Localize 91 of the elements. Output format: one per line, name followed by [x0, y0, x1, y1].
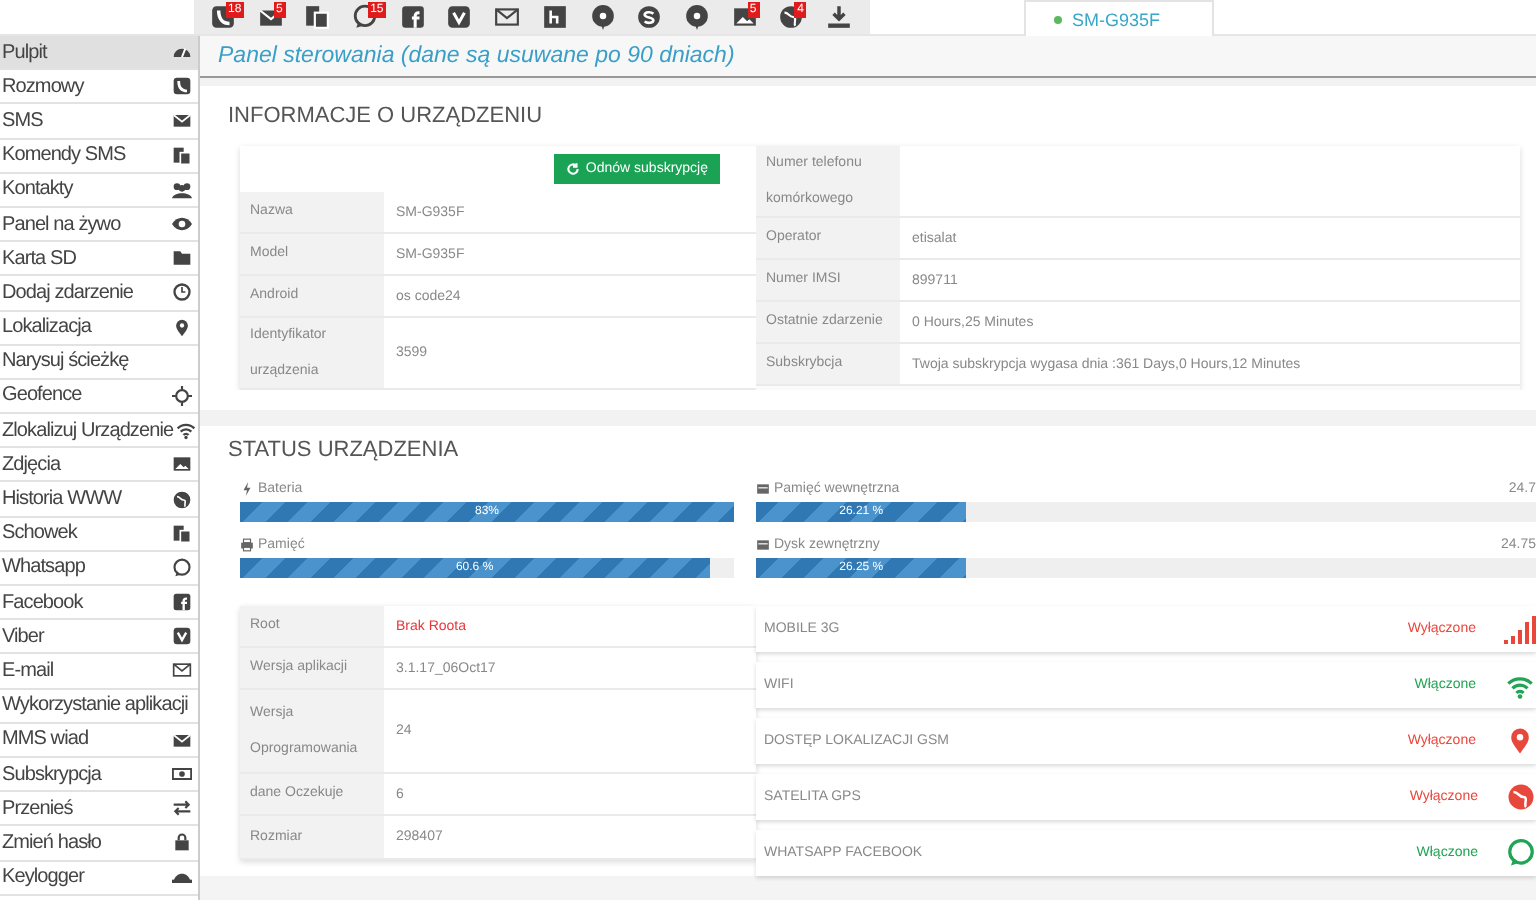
sidebar-item-label: Historia WWW — [2, 488, 122, 511]
sidebar-item-label: Zdjęcia — [2, 453, 61, 476]
sidebar-item[interactable]: Przenieś — [0, 792, 198, 827]
drive-icon — [756, 481, 770, 495]
sidebar-item-label: Rozmowy — [2, 75, 84, 98]
sidebar-item-label: E-mail — [2, 659, 54, 682]
folder-icon — [172, 248, 192, 269]
sidebar-item[interactable]: SMS — [0, 104, 198, 140]
chat-bubble-icon — [1506, 838, 1536, 868]
sidebar-item[interactable]: MMS wiad — [0, 723, 198, 758]
s-logo-icon — [636, 4, 663, 30]
sidebar-item[interactable]: Historia WWW — [0, 482, 198, 518]
v-logo-icon — [172, 626, 192, 647]
sidebar-item[interactable]: Facebook — [0, 586, 198, 621]
image-icon — [172, 454, 192, 475]
download-icon — [825, 4, 852, 30]
sidebar-item[interactable]: Keylogger — [0, 861, 198, 896]
envelope-icon — [172, 110, 192, 131]
sidebar-item-label: Przenieś — [2, 797, 73, 820]
sidebar-item[interactable]: Geofence — [0, 379, 198, 415]
crosshair-icon — [172, 385, 192, 406]
sidebar-item-label: Whatsapp — [2, 556, 85, 579]
section-title: INFORMACJE O URZĄDZENIU — [228, 104, 543, 128]
f-logo-icon — [399, 4, 426, 30]
sidebar-item-label: Pulpit — [2, 41, 47, 64]
banknote-icon — [172, 764, 192, 785]
v-logo-icon — [446, 4, 473, 30]
sidebar-item-label: Geofence — [2, 384, 82, 407]
sidebar-item[interactable]: Zlokalizuj Urządzenie — [0, 414, 198, 449]
sidebar-item-label: Karta SD — [2, 247, 76, 270]
f-logo-icon — [172, 592, 192, 613]
sidebar-item-label: Zlokalizuj Urządzenie — [2, 419, 174, 442]
sidebar-item[interactable]: Dodaj zdarzenie — [0, 276, 198, 311]
sidebar-item-label: Kontakty — [2, 178, 73, 201]
h-logo-icon — [541, 4, 568, 30]
sidebar-item[interactable]: Viber — [0, 620, 198, 655]
envelope-icon — [172, 660, 192, 681]
sidebar-item[interactable]: Panel na żywo — [0, 207, 198, 243]
sidebar-item[interactable]: E-mail — [0, 654, 198, 690]
clipboard-icon — [304, 4, 331, 30]
sidebar-item-label: Dodaj zdarzenie — [2, 281, 134, 304]
sidebar-item[interactable]: Whatsapp — [0, 551, 198, 586]
sidebar-item-label: Viber — [2, 625, 44, 648]
sidebar-item[interactable]: Zmień hasło — [0, 826, 198, 861]
sidebar-item-label: MMS wiad — [2, 728, 89, 751]
phone-icon — [172, 76, 192, 97]
sidebar-item[interactable]: Zdjęcia — [0, 448, 198, 483]
sidebar-item-label: Facebook — [2, 591, 83, 614]
map-pin-icon — [172, 317, 192, 338]
sidebar-item-label: Panel na żywo — [2, 213, 121, 236]
sidebar-item[interactable]: Lokalizacja — [0, 311, 198, 346]
sidebar-item-label: Narysuj ścieżkę — [2, 350, 129, 373]
sidebar-item[interactable]: Komendy SMS — [0, 139, 198, 174]
sidebar-item-label: Subskrypcja — [2, 763, 102, 786]
sidebar-item-label: SMS — [2, 109, 43, 132]
sidebar-item[interactable]: Wykorzystanie aplikacji — [0, 689, 198, 724]
sidebar-item[interactable]: Schowek — [0, 517, 198, 552]
refresh-icon — [565, 162, 580, 176]
sidebar-item-label: Lokalizacja — [2, 316, 92, 339]
sidebar-item[interactable]: Kontakty — [0, 173, 198, 208]
printer-icon — [240, 537, 254, 551]
globe-icon — [172, 489, 192, 510]
bolt-icon — [240, 481, 254, 495]
page-title: Panel sterowania (dane są usuwane po 90 dniach) — [218, 44, 735, 68]
wifi-icon — [1504, 671, 1536, 699]
chat-bubble-icon — [172, 557, 192, 578]
section-title: STATUS URZĄDZENIA — [228, 438, 459, 462]
gauge-icon — [172, 42, 192, 63]
eye-icon — [172, 214, 192, 235]
wifi-icon — [175, 420, 196, 441]
envelope-icon — [494, 4, 521, 30]
clipboard-icon — [172, 145, 192, 166]
users-icon — [172, 179, 192, 200]
sidebar-item[interactable]: Karta SD — [0, 242, 198, 277]
clock-icon — [172, 282, 192, 303]
sidebar-item[interactable]: Pulpit — [0, 36, 198, 71]
signal-bars-icon — [1504, 615, 1536, 643]
sidebar-item[interactable]: Subskrypcja — [0, 757, 198, 793]
sidebar-item-label: Schowek — [2, 522, 77, 545]
sidebar-item-label: Wykorzystanie aplikacji — [2, 694, 188, 717]
sidebar-item[interactable]: Rozmowy — [0, 70, 198, 105]
chat-bubble-icon — [352, 4, 379, 30]
lock-icon — [172, 832, 192, 853]
sidebar-item[interactable]: Narysuj ścieżkę — [0, 345, 198, 380]
sidebar-item-label: Komendy SMS — [2, 144, 126, 167]
sidebar-item-label: Keylogger — [2, 866, 84, 889]
sidebar-item-label: Zmień hasło — [2, 831, 102, 854]
arrows-icon — [172, 798, 192, 819]
drive-icon — [756, 537, 770, 551]
clipboard-icon — [172, 523, 192, 544]
envelope-icon — [172, 729, 192, 750]
